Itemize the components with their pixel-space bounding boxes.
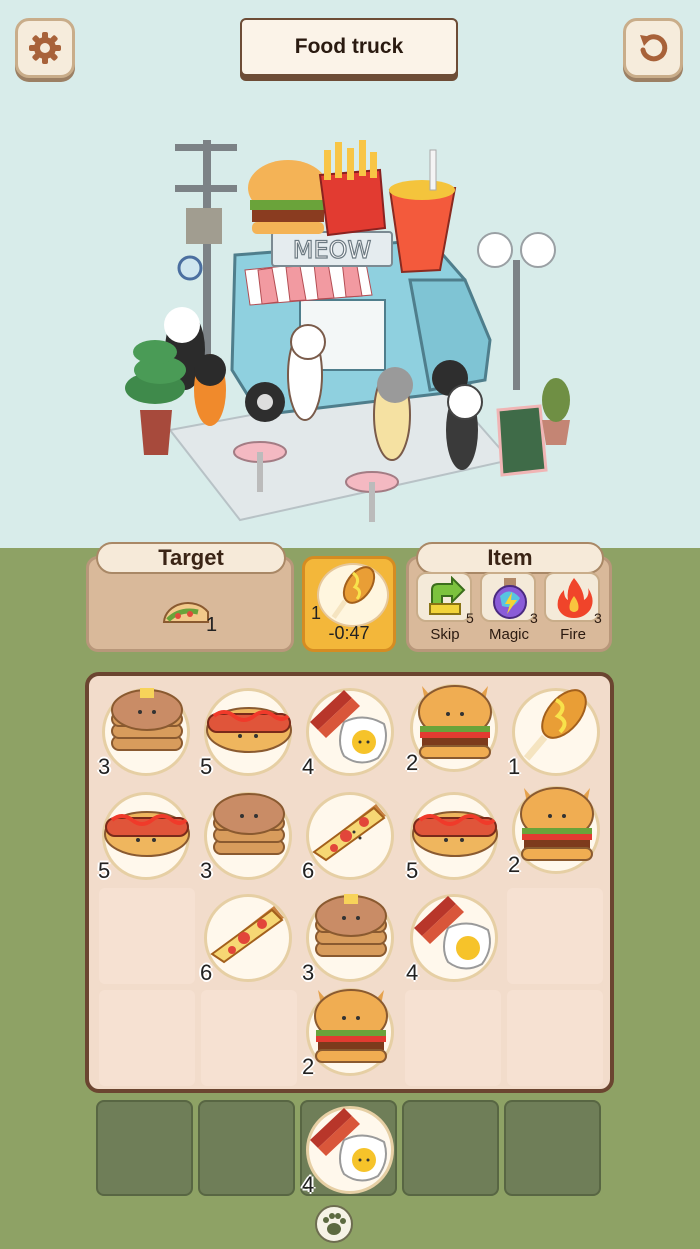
tray-slot <box>96 1100 193 1196</box>
pancakes-icon <box>111 688 183 751</box>
tray-slot <box>504 1100 601 1196</box>
board-tile-burger[interactable]: 2 <box>300 980 402 1082</box>
truck-illustration: MEOW <box>110 130 590 548</box>
fire-item-button[interactable]: 3 <box>544 572 602 626</box>
pizza-icon <box>312 804 386 862</box>
skip-item-button[interactable]: 5 <box>416 572 474 626</box>
target-label: Target <box>158 545 224 570</box>
empty-slot <box>507 888 603 984</box>
empty-slot <box>507 990 603 1086</box>
board-tile-burger[interactable]: 2 <box>404 676 506 778</box>
pancakes-icon <box>315 894 387 957</box>
level-title: Food truck <box>240 18 458 76</box>
board-tile-hotdog[interactable]: 5 <box>96 784 198 886</box>
tile-count: 2 <box>406 750 419 775</box>
board-tile-hotdog[interactable]: 5 <box>404 784 506 886</box>
target-count: 1 <box>206 614 218 636</box>
tile-count: 4 <box>302 1172 315 1197</box>
pizza-icon <box>210 906 284 964</box>
burger-icon <box>520 787 594 861</box>
board-tile-pancakes[interactable]: 3 <box>300 886 402 988</box>
tile-count: 6 <box>200 960 213 985</box>
corndog-icon <box>331 566 376 619</box>
tile-count: 2 <box>508 852 521 877</box>
empty-slot <box>99 990 195 1086</box>
board-tile-hotdog[interactable]: 5 <box>198 680 300 782</box>
target-header: Target <box>96 542 286 574</box>
timer-card: 1 -0:47 <box>302 556 396 652</box>
truck-sign: MEOW <box>293 236 372 264</box>
target-taco: 1 <box>158 588 218 636</box>
tile-count: 5 <box>406 858 419 883</box>
magic-item-button[interactable]: 3 <box>480 572 538 626</box>
tile-count: 3 <box>98 754 111 779</box>
tile-count: 1 <box>508 754 521 779</box>
pancakes-icon <box>213 793 285 855</box>
bacon-egg-icon <box>310 1108 387 1182</box>
tile-count: 5 <box>98 858 111 883</box>
level-title-text: Food truck <box>294 35 404 58</box>
burger-icon <box>418 685 492 759</box>
fire-icon <box>557 578 593 618</box>
hotdog-icon <box>206 707 292 753</box>
corndog-icon <box>523 689 587 761</box>
empty-slot <box>99 888 195 984</box>
restart-icon <box>640 34 668 62</box>
tray-slot <box>402 1100 499 1196</box>
restart-button[interactable] <box>623 18 683 78</box>
tile-count: 2 <box>302 1054 315 1079</box>
board-tile-pancakes[interactable]: 3 <box>198 784 300 886</box>
board-tile-pizza[interactable]: 6 <box>198 886 300 988</box>
gear-icon <box>29 32 61 64</box>
item-header: Item <box>416 542 604 574</box>
tile-count: 6 <box>302 858 315 883</box>
skip-label: Skip <box>430 626 460 643</box>
fire-count: 3 <box>594 610 602 626</box>
burger-icon <box>314 989 388 1063</box>
empty-slot <box>201 990 297 1086</box>
skip-count: 5 <box>466 610 474 626</box>
board-tile-burger[interactable]: 2 <box>506 778 608 880</box>
board-tile-pancakes[interactable]: 3 <box>96 680 198 782</box>
skip-arrow-icon <box>429 576 466 615</box>
tile-count: 4 <box>302 754 315 779</box>
magic-label: Magic <box>488 626 529 643</box>
tray-tile-bacon-egg[interactable]: 4 <box>300 1098 402 1200</box>
magic-potion-icon <box>493 578 527 619</box>
fire-label: Fire <box>560 626 586 643</box>
tile-count: 4 <box>406 960 419 985</box>
board-tile-pizza[interactable]: 6 <box>300 784 402 886</box>
board-tile-bacon-egg[interactable]: 4 <box>300 680 402 782</box>
bacon-egg-icon <box>310 690 387 764</box>
settings-button[interactable] <box>15 18 75 78</box>
board-tile-bacon-egg[interactable]: 4 <box>404 886 506 988</box>
paw-button[interactable] <box>314 1204 354 1244</box>
tile-count: 5 <box>200 754 213 779</box>
tile-count: 3 <box>200 858 213 883</box>
paw-icon <box>315 1205 353 1243</box>
empty-slot <box>405 990 501 1086</box>
tray-slot <box>198 1100 295 1196</box>
food-truck-scene: Food truck MEOW <box>0 0 700 548</box>
timer-countdown: -0:47 <box>328 623 370 643</box>
bacon-egg-icon <box>414 896 491 970</box>
timer-food-count: 1 <box>311 603 322 623</box>
magic-count: 3 <box>530 610 538 626</box>
item-label: Item <box>487 545 533 570</box>
board-tile-corndog[interactable]: 1 <box>506 680 608 782</box>
hotdog-icon <box>412 811 498 857</box>
hotdog-icon <box>104 811 190 857</box>
